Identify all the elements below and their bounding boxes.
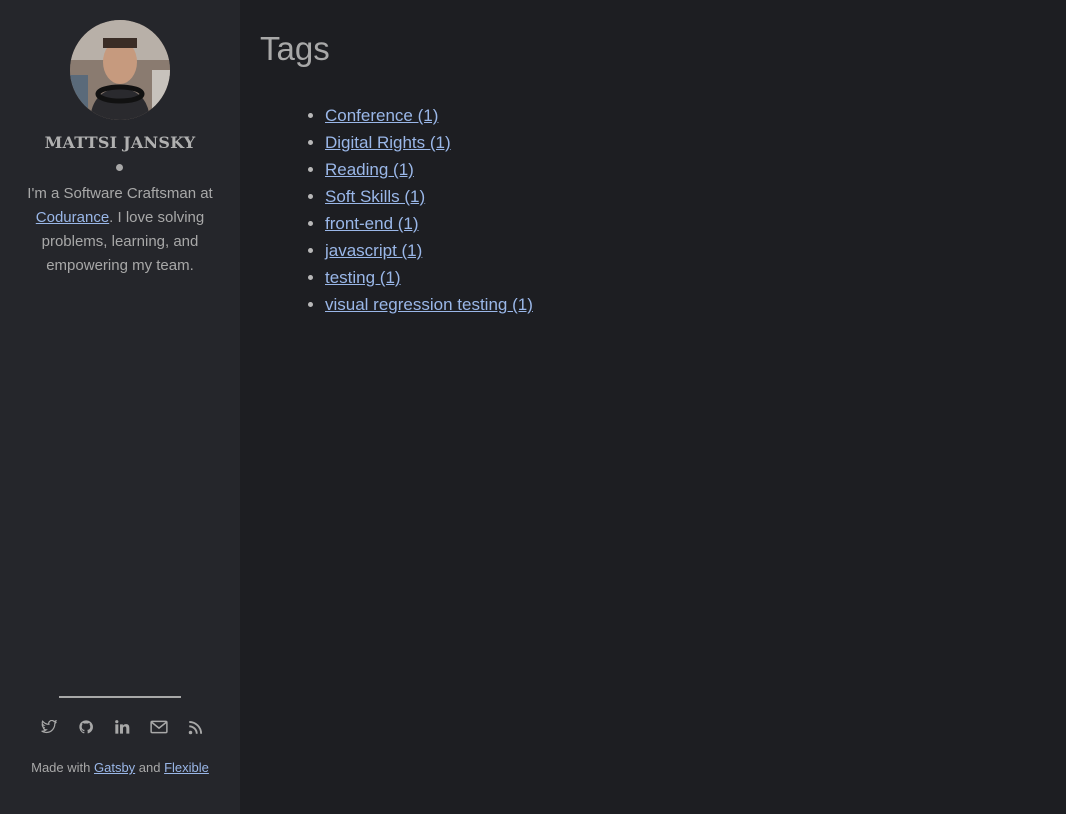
tag-list: Conference (1) Digital Rights (1) Readin… xyxy=(285,102,533,318)
list-item: javascript (1) xyxy=(325,237,533,264)
flexible-link[interactable]: Flexible xyxy=(164,760,209,775)
list-item: Conference (1) xyxy=(325,102,533,129)
list-item: front-end (1) xyxy=(325,210,533,237)
tag-link[interactable]: Conference (1) xyxy=(325,106,438,125)
tag-link[interactable]: testing (1) xyxy=(325,268,401,287)
sidebar: MATTSI JANSKY I'm a Software Craftsman a… xyxy=(0,0,240,814)
tag-link[interactable]: Soft Skills (1) xyxy=(325,187,425,206)
author-name[interactable]: MATTSI JANSKY xyxy=(0,133,240,152)
bio-prefix: I'm a Software Craftsman at xyxy=(27,185,213,202)
tag-link[interactable]: Reading (1) xyxy=(325,160,414,179)
list-item: testing (1) xyxy=(325,264,533,291)
tag-link[interactable]: front-end (1) xyxy=(325,214,419,233)
page-title: Tags xyxy=(260,30,330,67)
rss-icon[interactable] xyxy=(182,716,208,738)
codurance-link[interactable]: Codurance xyxy=(36,209,109,226)
github-icon[interactable] xyxy=(73,716,99,738)
list-item: visual regression testing (1) xyxy=(325,291,533,318)
list-item: Digital Rights (1) xyxy=(325,129,533,156)
tag-link[interactable]: javascript (1) xyxy=(325,241,422,260)
credits-prefix: Made with xyxy=(31,760,94,775)
list-item: Reading (1) xyxy=(325,156,533,183)
social-links xyxy=(36,716,208,738)
author-bio: I'm a Software Craftsman at Codurance. I… xyxy=(20,182,220,278)
tag-link[interactable]: Digital Rights (1) xyxy=(325,133,451,152)
avatar[interactable] xyxy=(70,20,170,120)
credits-middle: and xyxy=(135,760,165,775)
linkedin-icon[interactable] xyxy=(109,716,135,738)
twitter-icon[interactable] xyxy=(36,716,62,738)
mail-icon[interactable] xyxy=(146,716,172,738)
avatar-image xyxy=(70,20,170,120)
sidebar-divider xyxy=(59,696,181,698)
list-item: Soft Skills (1) xyxy=(325,183,533,210)
gatsby-link[interactable]: Gatsby xyxy=(94,760,135,775)
separator-dot xyxy=(116,164,123,171)
tag-link[interactable]: visual regression testing (1) xyxy=(325,295,533,314)
credits: Made with Gatsby and Flexible xyxy=(0,760,240,775)
